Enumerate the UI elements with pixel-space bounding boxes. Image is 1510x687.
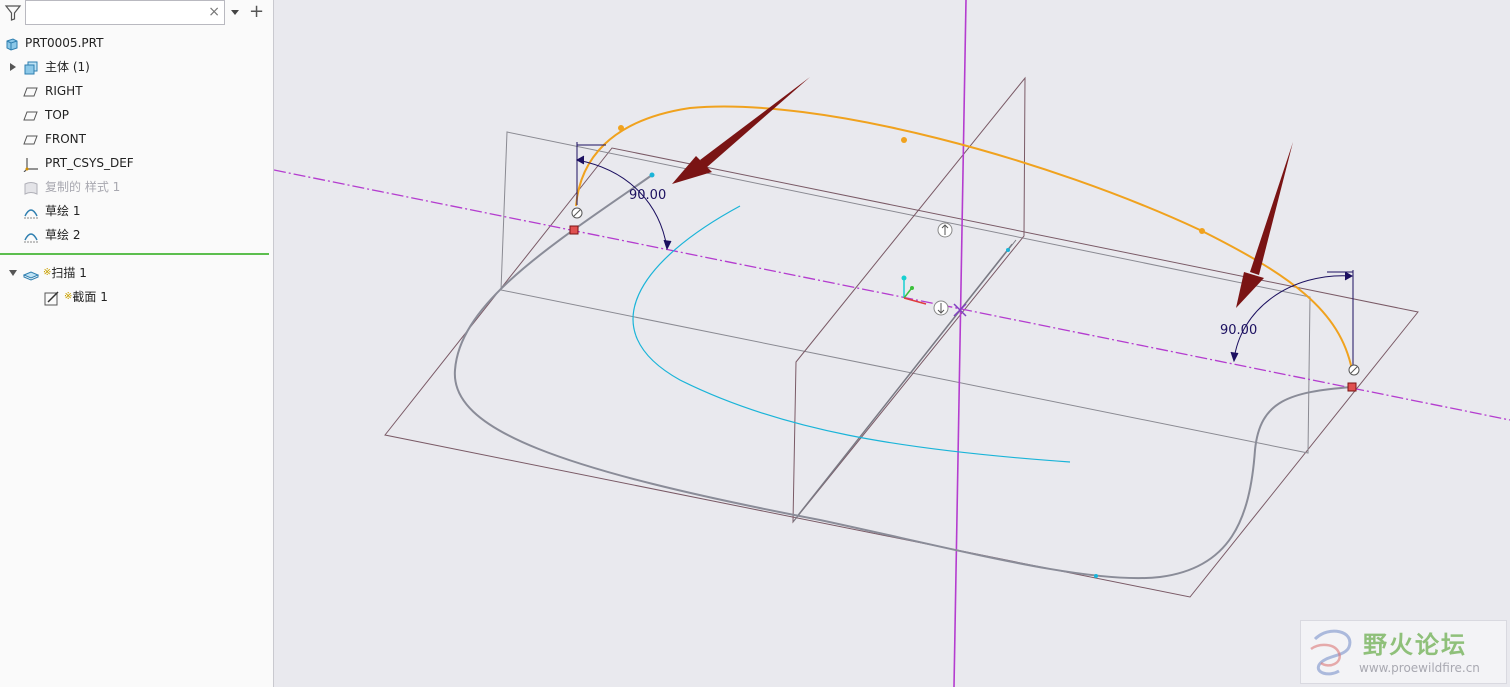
horizontal-datum-axis[interactable] [274, 169, 1510, 421]
curve-endpoint [649, 172, 655, 178]
tree-item-csys[interactable]: PRT_CSYS_DEF [0, 152, 260, 174]
spine-curve[interactable] [632, 205, 1071, 463]
annotation-arrow-right [1236, 142, 1293, 308]
model-tree-panel: × + PRT0005.PRT 主体 (1) RIGHT TOP FRONT P… [0, 0, 274, 687]
start-point-marker[interactable] [569, 207, 583, 235]
dimension-value-left[interactable]: 90.00 [629, 188, 666, 203]
filter-icon[interactable] [4, 4, 22, 22]
tree-item-section[interactable]: ※截面 1 [0, 286, 260, 308]
tree-item-label: ※扫描 1 [43, 266, 87, 280]
watermark-url: www.proewildfire.cn [1359, 661, 1480, 675]
clear-icon[interactable]: × [208, 4, 220, 20]
tree-item-label: ※截面 1 [64, 290, 108, 304]
trajectory-points [618, 125, 1205, 234]
tree-item-label: PRT_CSYS_DEF [45, 156, 134, 170]
tree-item-label: 主体 (1) [45, 60, 90, 74]
tree-item-sketch-1[interactable]: 草绘 1 [0, 200, 260, 222]
datum-plane-icon [23, 111, 38, 121]
datum-plane-icon [23, 87, 38, 97]
tree-item-copied-style[interactable]: 复制的 样式 1 [0, 176, 260, 198]
style-icon [24, 182, 38, 195]
tree-item-label: FRONT [45, 132, 86, 146]
body-icon [24, 61, 38, 75]
datum-planes [384, 76, 1419, 598]
watermark-title: 野火论坛 [1363, 631, 1467, 659]
tree-item-sweep[interactable]: ※扫描 1 [0, 262, 260, 284]
tree-item-label: 草绘 1 [45, 204, 81, 218]
drag-handle-icon[interactable] [937, 222, 953, 238]
tree-search-box[interactable]: × [25, 0, 225, 25]
graphics-viewport[interactable]: 90.00 90.00 [274, 0, 1510, 687]
csys-triad-icon [901, 275, 927, 305]
sketch-icon [24, 233, 38, 243]
top-datum-plane[interactable] [384, 147, 1419, 598]
csys-icon [23, 158, 38, 172]
front-datum-plane[interactable] [500, 131, 1311, 454]
wildfire-logo-icon [1310, 629, 1352, 676]
guide-curve[interactable] [453, 174, 1353, 580]
tree-item-label: PRT0005.PRT [25, 36, 104, 50]
tree-filter-bar: × + [0, 0, 273, 26]
datum-plane-icon [23, 135, 38, 145]
sweep-icon [23, 271, 39, 281]
tree-item-top-plane[interactable]: TOP [0, 104, 260, 126]
tree-item-label: 草绘 2 [45, 228, 81, 242]
tree-item-front-plane[interactable]: FRONT [0, 128, 260, 150]
dimension-value-right[interactable]: 90.00 [1220, 323, 1257, 338]
tree-item-right-plane[interactable]: RIGHT [0, 80, 260, 102]
add-column-icon[interactable]: + [249, 2, 264, 22]
tree-item-part[interactable]: PRT0005.PRT [0, 32, 260, 54]
drag-handle-icon[interactable] [933, 300, 949, 316]
part-icon [6, 38, 18, 51]
tree-item-label: RIGHT [45, 84, 83, 98]
annotation-arrow-left [672, 77, 810, 184]
tree-search-input[interactable] [30, 4, 204, 23]
vertical-datum-axis[interactable] [953, 0, 967, 687]
tree-item-label: 复制的 样式 1 [45, 180, 121, 194]
expand-icon[interactable] [9, 63, 17, 71]
forum-watermark: 野火论坛 www.proewildfire.cn [1300, 620, 1507, 684]
tree-item-label: TOP [45, 108, 70, 122]
chevron-down-icon[interactable] [230, 6, 240, 18]
tree-item-sketch-2[interactable]: 草绘 2 [0, 224, 260, 246]
sketch-icon [24, 209, 38, 219]
curve-endpoint [1006, 248, 1010, 252]
insert-here-line[interactable] [0, 253, 269, 255]
section-sketch-icon [44, 291, 59, 306]
curve-endpoint [1094, 574, 1098, 578]
tree-item-body[interactable]: 主体 (1) [0, 56, 260, 78]
collapse-icon[interactable] [9, 269, 17, 277]
